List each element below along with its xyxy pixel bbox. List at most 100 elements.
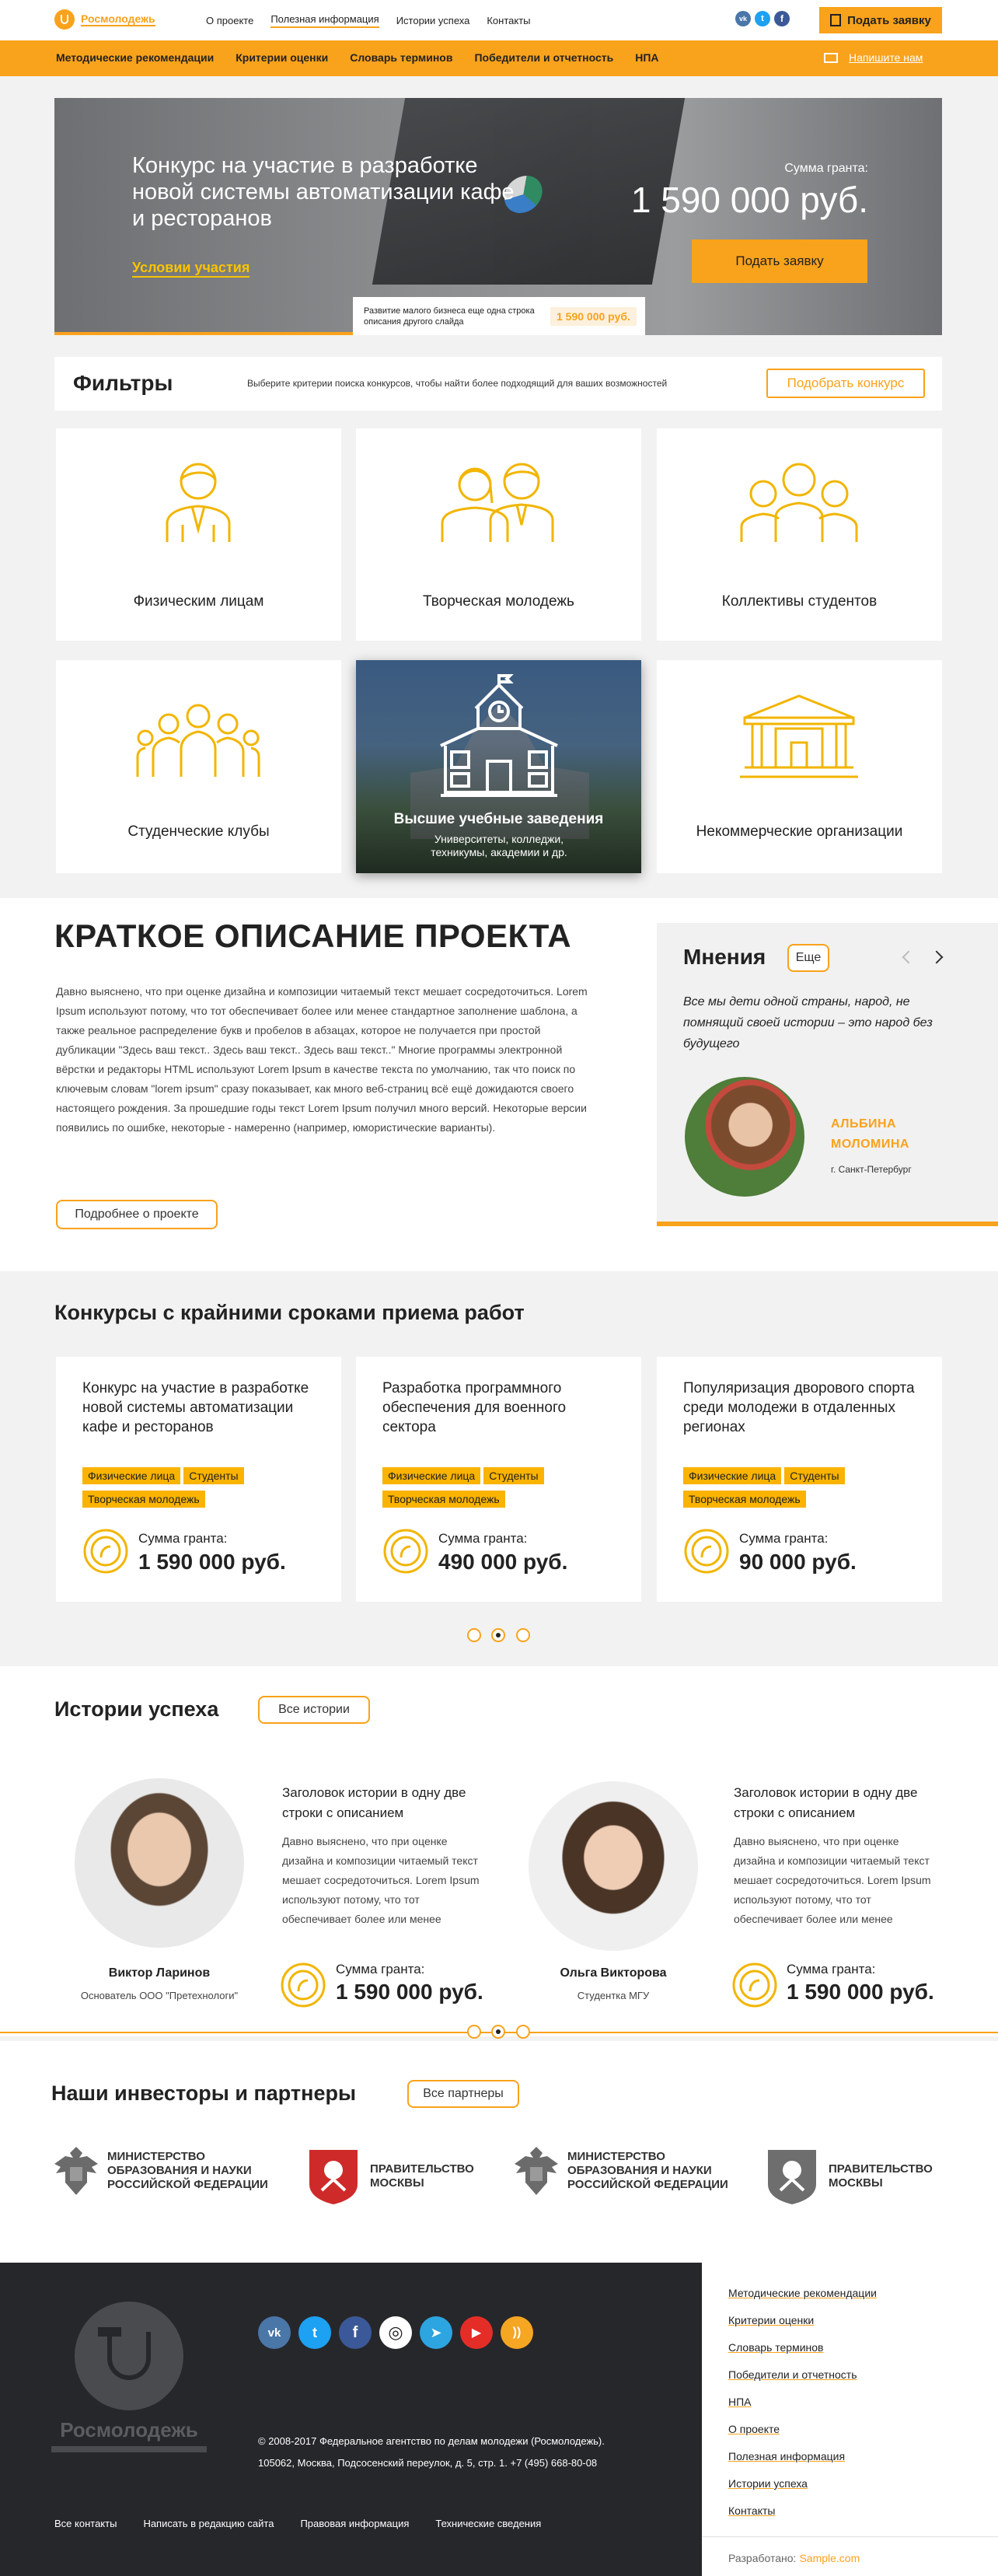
footer-menu-item[interactable]: Словарь терминов	[728, 2334, 877, 2361]
partner-name: ПРАВИТЕЛЬСТВО МОСКВЫ	[829, 2162, 933, 2190]
tag[interactable]: Студенты	[784, 1467, 845, 1484]
contest-tags: Физические лица Студенты Творческая молоде…	[82, 1467, 316, 1514]
nav-item-useful[interactable]: Полезная информация	[270, 13, 379, 28]
tag[interactable]: Студенты	[183, 1467, 244, 1484]
logo[interactable]: Росмолодежь	[54, 9, 155, 30]
document-icon	[830, 14, 842, 26]
twitter-icon[interactable]: t	[755, 11, 770, 26]
filters-submit-button[interactable]: Подобрать конкурс	[766, 369, 925, 398]
footer-logo[interactable]: Росмолодежь	[51, 2302, 207, 2457]
nav-item-contacts[interactable]: Контакты	[487, 15, 530, 26]
subnav-item-npa[interactable]: НПА	[635, 51, 658, 64]
grant-label: Сумма гранта:	[336, 1962, 425, 1977]
vk-icon[interactable]: vk	[735, 11, 751, 26]
vk-icon[interactable]: vk	[258, 2316, 291, 2349]
footer-menu-item[interactable]: Истории успеха	[728, 2470, 877, 2497]
footer-link[interactable]: Все контакты	[54, 2518, 117, 2529]
partner-logo[interactable]: МИНИСТЕРСТВО ОБРАЗОВАНИЯ И НАУКИ РОССИЙС…	[53, 2144, 270, 2198]
footer-link[interactable]: Технические сведения	[435, 2518, 541, 2529]
write-us-link[interactable]: Напишите нам	[824, 51, 923, 64]
header-apply-button[interactable]: Подать заявку	[819, 7, 942, 33]
nav-item-about[interactable]: О проекте	[206, 15, 253, 26]
stories-pager-dot-1[interactable]	[467, 2025, 481, 2039]
footer-link[interactable]: Правовая информация	[300, 2518, 409, 2529]
subnav-item-methods[interactable]: Методические рекомендации	[56, 51, 214, 64]
chevron-left-icon[interactable]	[902, 950, 916, 964]
tag[interactable]: Студенты	[483, 1467, 544, 1484]
eagle-emblem-icon	[54, 2147, 98, 2195]
coin-icon	[281, 1963, 326, 2008]
partner-logo[interactable]: МИНИСТЕРСТВО ОБРАЗОВАНИЯ И НАУКИ РОССИЙС…	[513, 2144, 731, 2198]
person-icon	[166, 463, 231, 542]
couple-icon	[441, 463, 554, 542]
footer-menu-item[interactable]: О проекте	[728, 2416, 877, 2443]
tag[interactable]: Творческая молодежь	[382, 1491, 505, 1508]
hero-conditions-link[interactable]: Условии участия	[132, 260, 250, 278]
partner-logo[interactable]: ПРАВИТЕЛЬСТВО МОСКВЫ	[765, 2147, 933, 2206]
tag[interactable]: Творческая молодежь	[683, 1491, 806, 1508]
footer-menu-item[interactable]: Полезная информация	[728, 2443, 877, 2470]
contests-pager-dot-3[interactable]	[516, 1628, 530, 1642]
developer-credit: Разработано: Sample.com	[728, 2552, 860, 2564]
category-card-student-clubs[interactable]: Студенческие клубы	[56, 660, 341, 873]
footer-copyright: © 2008-2017 Федеральное агентство по дел…	[258, 2435, 605, 2447]
contests-pager-dot-2[interactable]	[491, 1628, 505, 1642]
category-card-universities[interactable]: Высшие учебные заведения Университеты, к…	[356, 660, 641, 873]
facebook-icon[interactable]: f	[774, 11, 790, 26]
eagle-emblem-icon	[515, 2147, 558, 2195]
category-card-student-teams[interactable]: Коллективы студентов	[657, 428, 942, 641]
sub-nav: Методические рекомендации Критерии оценк…	[0, 40, 998, 76]
footer: Росмолодежь vk t f ◎ ➤ ▶ )) © 2008-2017 …	[0, 2263, 998, 2576]
footer-menu-item[interactable]: Критерии оценки	[728, 2307, 877, 2334]
telegram-icon[interactable]: ➤	[420, 2316, 452, 2349]
tag[interactable]: Физические лица	[683, 1467, 782, 1484]
all-partners-button[interactable]: Все партнеры	[407, 2080, 519, 2108]
footer-address: 105062, Москва, Подсосенский переулок, д…	[258, 2457, 598, 2469]
subnav-item-winners[interactable]: Победители и отчетность	[474, 51, 613, 64]
hero-next-slide[interactable]: Развитие малого бизнеса еще одна строка …	[353, 297, 645, 335]
about-more-button[interactable]: Подробнее о проекте	[56, 1200, 218, 1229]
footer-menu-item[interactable]: Контакты	[728, 2497, 877, 2525]
category-card-nonprofits[interactable]: Некоммерческие организации	[657, 660, 942, 873]
rss-icon[interactable]: ))	[501, 2316, 533, 2349]
about-text: Давно выяснено, что при оценке дизайна и…	[56, 985, 588, 1134]
logo-text: Росмолодежь	[81, 12, 155, 26]
category-card-creative-youth[interactable]: Творческая молодежь	[356, 428, 641, 641]
twitter-icon[interactable]: t	[298, 2316, 331, 2349]
contest-tags: Физические лица Студенты Творческая молоде…	[382, 1467, 616, 1514]
group-icon	[740, 463, 858, 542]
partner-logo[interactable]: ПРАВИТЕЛЬСТВО МОСКВЫ	[306, 2147, 474, 2206]
facebook-icon[interactable]: f	[339, 2316, 372, 2349]
hero-apply-button[interactable]: Подать заявку	[692, 239, 867, 283]
subnav-item-glossary[interactable]: Словарь терминов	[350, 51, 452, 64]
youtube-icon[interactable]: ▶	[460, 2316, 493, 2349]
subnav-item-criteria[interactable]: Критерии оценки	[236, 51, 328, 64]
tag[interactable]: Физические лица	[82, 1467, 181, 1484]
stories-pager-dot-2[interactable]	[491, 2025, 505, 2039]
opinion-quote: Все мы дети одной страны, народ, не помн…	[683, 995, 933, 1050]
contest-card[interactable]: Конкурс на участие в разработке новой си…	[56, 1357, 341, 1602]
footer-menu-item[interactable]: Победители и отчетность	[728, 2361, 877, 2389]
instagram-icon[interactable]: ◎	[379, 2316, 412, 2349]
footer-menu-item[interactable]: Методические рекомендации	[728, 2280, 877, 2307]
chevron-right-icon[interactable]	[930, 950, 944, 964]
footer-menu-item[interactable]: НПА	[728, 2389, 877, 2416]
category-card-individuals[interactable]: Физическим лицам	[56, 428, 341, 641]
grant-label: Сумма гранта:	[438, 1531, 528, 1546]
all-stories-button[interactable]: Все истории	[258, 1696, 370, 1724]
grant-label: Сумма гранта:	[787, 1962, 876, 1977]
header-social: vk t f	[735, 11, 790, 26]
category-label: Коллективы студентов	[721, 593, 878, 610]
stories-pager-dot-3[interactable]	[516, 2025, 530, 2039]
opinions-more-button[interactable]: Еще	[787, 944, 829, 972]
tag[interactable]: Творческая молодежь	[82, 1491, 205, 1508]
filters-title: Фильтры	[73, 371, 173, 395]
developer-link[interactable]: Sample.com	[799, 2552, 860, 2564]
tag[interactable]: Физические лица	[382, 1467, 481, 1484]
footer-link[interactable]: Написать в редакцию сайта	[143, 2518, 274, 2529]
contests-pager-dot-1[interactable]	[467, 1628, 481, 1642]
contest-card[interactable]: Популяризация дворового спорта среди мол…	[657, 1357, 942, 1602]
nav-item-stories[interactable]: Истории успеха	[396, 15, 470, 26]
contest-card[interactable]: Разработка программного обеспечения для …	[356, 1357, 641, 1602]
building-icon	[740, 694, 858, 778]
